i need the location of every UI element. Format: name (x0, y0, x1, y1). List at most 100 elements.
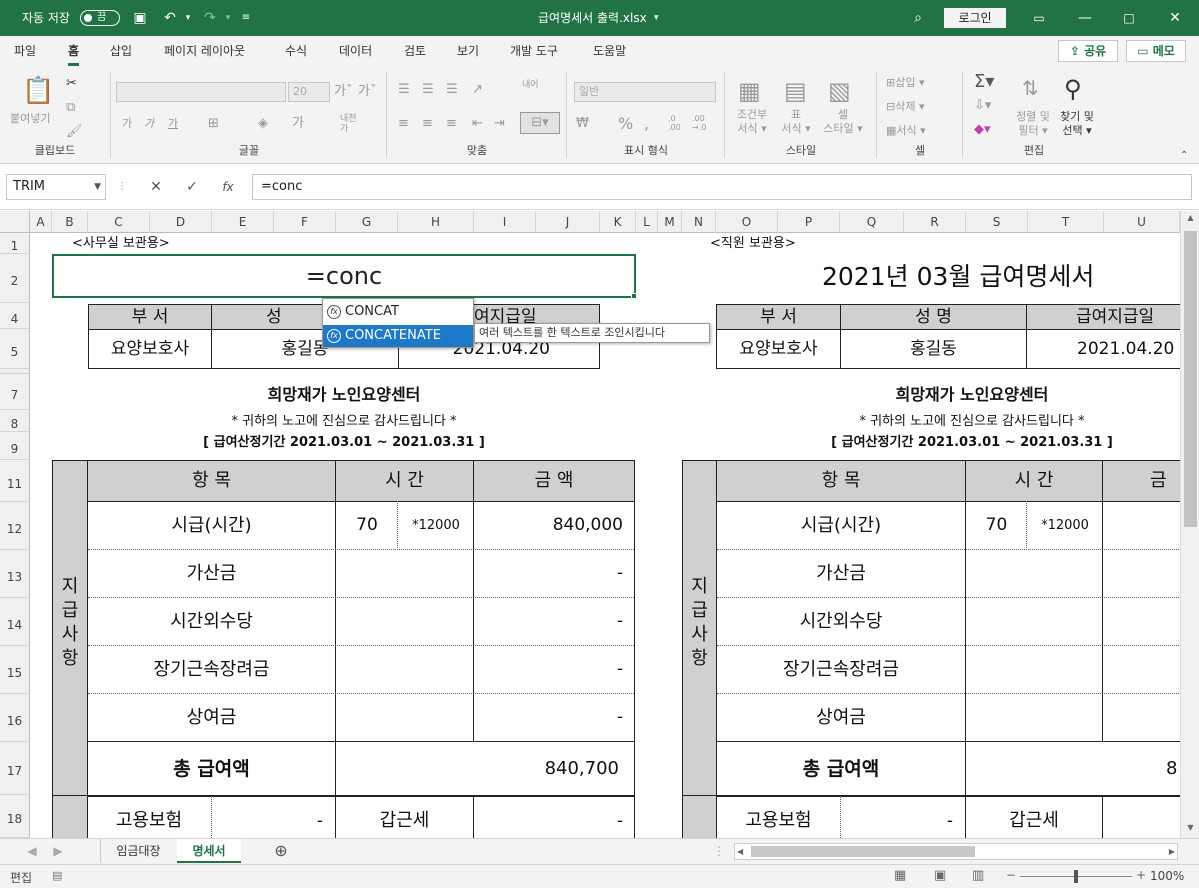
scroll-up-icon[interactable]: ▲ (1181, 213, 1199, 222)
align-center-icon[interactable]: ≡ (422, 116, 433, 132)
ribbon-display-icon[interactable]: ▭ (1016, 0, 1062, 36)
column-header-c[interactable]: C (88, 211, 150, 233)
select-all-corner[interactable] (0, 211, 30, 233)
zoom-out-icon[interactable]: − (1006, 868, 1016, 882)
sheet-tab-statement[interactable]: 명세서 (177, 839, 241, 863)
column-header-u[interactable]: U (1104, 211, 1180, 233)
tab-formulas[interactable]: 수식 (285, 36, 307, 66)
row-header-9[interactable]: 9 (0, 432, 30, 460)
sort-filter-label[interactable]: 정렬 및 필터 ▾ (1008, 110, 1058, 138)
next-sheet-icon[interactable]: ▶ (48, 839, 68, 863)
row-header-15[interactable]: 15 (0, 646, 30, 694)
sort-filter-icon[interactable]: ⇅ (1022, 78, 1039, 98)
tab-insert[interactable]: 삽입 (110, 36, 132, 66)
name-box[interactable]: TRIM ▼ (6, 174, 106, 200)
zoom-in-icon[interactable]: + (1136, 868, 1146, 882)
worksheet-grid[interactable]: ABCDEFGHIJKLMNOPQRSTU 1 2 4 5 7 8 9 11 12 13 14 15 1… (0, 211, 1199, 838)
font-shrink-icon[interactable]: 가ˇ (358, 84, 376, 100)
enter-icon[interactable]: ✓ (180, 174, 204, 200)
redo-dropdown-icon[interactable]: ▾ (218, 8, 238, 28)
align-right-icon[interactable]: ≡ (446, 116, 457, 132)
autosave-toggle[interactable]: 끔 (80, 10, 120, 26)
sheet-bar-splitter-icon[interactable]: ⋮ (712, 839, 726, 863)
clear-icon[interactable]: ◆▾ (974, 122, 991, 138)
row-header-11[interactable]: 11 (0, 460, 30, 502)
indent-increase-icon[interactable]: ⇥ (494, 116, 505, 132)
zoom-level[interactable]: 100% (1150, 869, 1184, 883)
column-header-q[interactable]: Q (840, 211, 904, 233)
decrease-decimal-icon[interactable]: .00 →.0 (692, 114, 706, 132)
increase-decimal-icon[interactable]: .0.00 (668, 114, 681, 132)
autocomplete-item-concat[interactable]: fx CONCAT (323, 301, 473, 323)
page-layout-view-icon[interactable]: ▣ (934, 868, 946, 883)
align-top-icon[interactable]: ☰ (398, 82, 410, 98)
delete-cells-button[interactable]: ⊟삭제 ▾ (886, 100, 925, 114)
undo-icon[interactable]: ↶ (160, 8, 180, 28)
row-header-14[interactable]: 14 (0, 598, 30, 646)
merge-center-icon[interactable]: ⊟▾ (520, 112, 560, 134)
font-grow-icon[interactable]: 가ˆ (334, 84, 352, 100)
sheet-tab-payroll[interactable]: 임금대장 (100, 839, 176, 863)
row-header-12[interactable]: 12 (0, 502, 30, 550)
tab-page-layout[interactable]: 페이지 레이아웃 (164, 36, 245, 66)
align-bottom-icon[interactable]: ☰ (446, 82, 458, 98)
column-header-m[interactable]: M (658, 211, 682, 233)
column-header-l[interactable]: L (636, 211, 658, 233)
find-select-icon[interactable]: ⚲ (1064, 76, 1082, 102)
prev-sheet-icon[interactable]: ◀ (22, 839, 42, 863)
bold-button[interactable]: 가 (122, 116, 132, 132)
cut-icon[interactable]: ✂ (66, 76, 77, 92)
column-header-b[interactable]: B (52, 211, 88, 233)
row-header-4[interactable]: 4 (0, 303, 30, 329)
column-header-t[interactable]: T (1028, 211, 1104, 233)
fill-color-icon[interactable]: ◈ (258, 116, 268, 132)
page-break-view-icon[interactable]: ▥ (972, 868, 984, 883)
insert-cells-button[interactable]: ⊞삽입 ▾ (886, 76, 925, 90)
column-header-g[interactable]: G (336, 211, 398, 233)
horizontal-scrollbar[interactable]: ◀ ▶ (734, 843, 1178, 860)
collapse-ribbon-icon[interactable]: ⌃ (1180, 148, 1188, 164)
login-button[interactable]: 로그인 (944, 8, 1006, 28)
column-header-s[interactable]: S (966, 211, 1028, 233)
column-header-a[interactable]: A (30, 211, 52, 233)
horizontal-scroll-thumb[interactable] (751, 846, 975, 857)
font-name-dropdown[interactable] (116, 82, 286, 102)
tab-view[interactable]: 보기 (457, 36, 479, 66)
row-header-2[interactable]: 2 (0, 254, 30, 303)
format-cells-button[interactable]: ▦서식 ▾ (886, 124, 926, 138)
undo-dropdown-icon[interactable]: ▾ (178, 8, 198, 28)
formula-input[interactable]: =conc (252, 174, 1192, 200)
tab-data[interactable]: 데이터 (339, 36, 372, 66)
find-select-label[interactable]: 찾기 및 선택 ▾ (1052, 110, 1102, 138)
underline-button[interactable]: 가 (168, 116, 178, 132)
active-cell-b2[interactable]: =conc (52, 254, 636, 298)
tab-home[interactable]: 홈 (68, 36, 80, 66)
row-header-16[interactable]: 16 (0, 694, 30, 742)
column-header-k[interactable]: K (600, 211, 636, 233)
column-header-i[interactable]: I (474, 211, 536, 233)
tab-review[interactable]: 검토 (404, 36, 426, 66)
conditional-format-label[interactable]: 조건부 서식 ▾ (732, 108, 772, 136)
add-sheet-icon[interactable]: ⊕ (268, 839, 294, 863)
cell-styles-icon[interactable]: ▧ (828, 78, 851, 104)
close-icon[interactable]: ✕ (1152, 0, 1198, 36)
maximize-icon[interactable]: □ (1106, 0, 1152, 36)
search-icon[interactable]: ⌕ (908, 8, 928, 28)
scroll-down-icon[interactable]: ▼ (1181, 823, 1199, 832)
column-header-f[interactable]: F (274, 211, 336, 233)
title-dropdown-icon[interactable]: ▾ (654, 0, 659, 36)
tab-developer[interactable]: 개발 도구 (510, 36, 558, 66)
italic-button[interactable]: 가 (144, 116, 154, 132)
conditional-format-icon[interactable]: ▦ (738, 78, 761, 104)
orientation-icon[interactable]: ↗ (472, 82, 483, 98)
phonetic-icon[interactable]: 내천 가 (340, 114, 357, 134)
font-color-icon[interactable]: 가 (292, 116, 304, 132)
comments-button[interactable]: ▭ 메모 (1126, 40, 1186, 62)
copy-icon[interactable]: ⧉ (66, 100, 75, 116)
vertical-scroll-thumb[interactable] (1184, 231, 1197, 527)
vertical-scrollbar[interactable]: ▲ ▼ (1180, 211, 1199, 838)
share-button[interactable]: ⇪ 공유 (1058, 40, 1118, 62)
zoom-slider-thumb[interactable] (1074, 870, 1078, 883)
column-header-j[interactable]: J (536, 211, 600, 233)
name-box-dropdown-icon[interactable]: ▼ (94, 175, 101, 199)
